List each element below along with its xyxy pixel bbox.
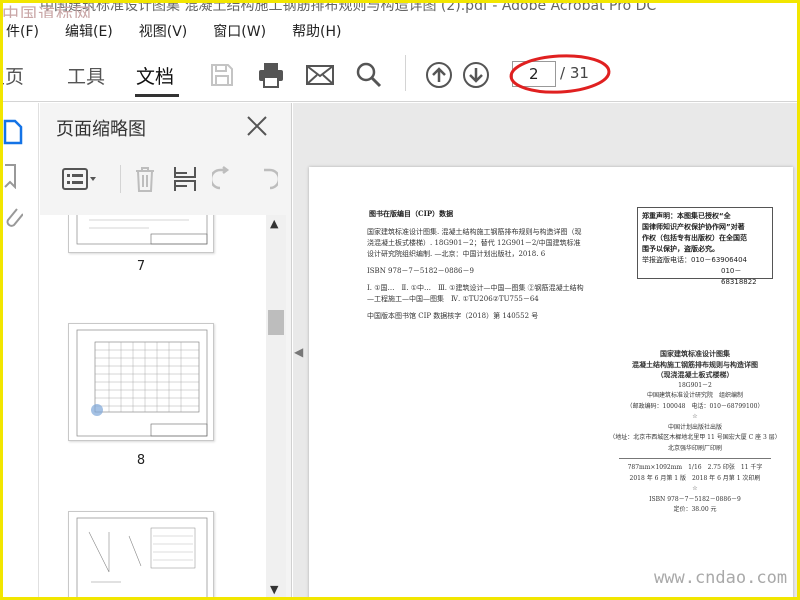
tab-home[interactable]: 主页 bbox=[0, 62, 24, 89]
page-thumbnails-icon[interactable] bbox=[3, 119, 23, 145]
pub-line: 中国建筑标准设计研究院 组织编制 bbox=[646, 392, 743, 399]
notice-line: 举报盗版电话：010－63906404 bbox=[642, 256, 747, 264]
scroll-down-icon[interactable]: ▼ bbox=[270, 583, 278, 596]
thumbnail-panel: 页面缩略图 7 8 bbox=[40, 103, 292, 600]
extract-page-button[interactable] bbox=[169, 163, 201, 195]
pub-line: 国家建筑标准设计图集 bbox=[660, 349, 730, 358]
pub-line: 定价：38.00 元 bbox=[673, 506, 717, 513]
publication-info: 国家建筑标准设计图集 混凝土结构施工钢筋排布规则与构造详图 （现浇混凝土板式楼梯… bbox=[605, 349, 785, 516]
thumbnail-drawing bbox=[76, 215, 208, 245]
panel-toolbar-separator bbox=[120, 165, 121, 193]
thumbnail-label: 8 bbox=[136, 453, 146, 468]
search-icon bbox=[356, 62, 382, 88]
pdf-page: 图书在版编目（CIP）数据 国家建筑标准设计图集. 混凝土结构施工钢筋排布规则与… bbox=[309, 167, 793, 600]
toolbar-separator bbox=[405, 55, 406, 91]
thumbnail-drawing bbox=[76, 517, 208, 600]
search-button[interactable] bbox=[354, 60, 384, 90]
pub-line: 787mm×1092mm 1/16 2.75 印张 11 千字 bbox=[627, 464, 763, 471]
menu-edit[interactable]: 编辑(E) bbox=[65, 21, 113, 41]
pub-line: 18G901－2 bbox=[678, 381, 712, 389]
cip-body: 国家建筑标准设计图集. 混凝土结构施工钢筋排布规则与构造详图（现浇混凝土板式楼梯… bbox=[367, 227, 587, 328]
notice-line: 围予以保护，盗版必究。 bbox=[642, 245, 719, 253]
cip-line: ISBN 978－7－5182－0886－9 bbox=[367, 267, 474, 275]
pub-line: （邮政编码：100048 电话：010－68799100） bbox=[626, 402, 764, 410]
navigation-rail bbox=[3, 103, 39, 600]
arrow-down-circle-icon bbox=[463, 62, 489, 88]
options-menu-button[interactable] bbox=[60, 163, 100, 195]
close-icon[interactable] bbox=[246, 115, 268, 137]
pub-line: ☆ bbox=[692, 413, 698, 420]
print-icon bbox=[259, 63, 283, 88]
save-button[interactable] bbox=[207, 60, 237, 90]
save-icon bbox=[211, 64, 233, 86]
pub-line: （现浇混凝土板式楼梯） bbox=[656, 370, 734, 379]
bookmark-icon[interactable] bbox=[3, 163, 19, 189]
toolbar bbox=[0, 44, 800, 102]
thumbnail-page[interactable] bbox=[68, 511, 214, 600]
rotate-right-icon bbox=[264, 168, 278, 190]
pub-line: 中国计划出版社出版 bbox=[667, 423, 722, 431]
page-extract-icon bbox=[174, 167, 196, 191]
divider bbox=[619, 458, 771, 459]
cip-line: Ⅰ. ①国… Ⅱ. ①中… Ⅲ. ①建筑设计—中国—图集 ②钢筋混凝土结构—工程… bbox=[367, 284, 584, 303]
menu-file[interactable]: 件(F) bbox=[6, 21, 39, 41]
thumbnail-label: 7 bbox=[136, 259, 146, 274]
active-tab-indicator bbox=[135, 94, 179, 97]
watermark-top: 中国道标网 bbox=[2, 5, 92, 18]
thumbnail-list: 7 8 bbox=[40, 215, 266, 600]
rotate-left-button[interactable] bbox=[209, 163, 241, 195]
thumbnail-drawing bbox=[76, 329, 208, 437]
notice-line: 郑重声明：本图集已授权“全 bbox=[642, 212, 731, 220]
notice-line: 国律师知识产权保护协作网”对著 bbox=[642, 223, 745, 231]
rotate-left-icon bbox=[212, 166, 230, 190]
pub-line: （地址：北京市西城区木樨地北里甲 11 号国宏大厦 C 座 3 层） bbox=[609, 434, 781, 441]
pub-line: ISBN 978－7－5182－0886－9 bbox=[649, 495, 741, 503]
collapse-panel-icon[interactable]: ◀ bbox=[294, 345, 306, 365]
watermark-bottom: www.cndao.com bbox=[654, 568, 788, 588]
notice-line: 010－68318822 bbox=[721, 267, 757, 286]
cip-title: 图书在版编目（CIP）数据 bbox=[369, 209, 454, 218]
rotate-right-button[interactable] bbox=[249, 163, 281, 195]
copyright-notice: 郑重声明：本图集已授权“全 国律师知识产权保护协作网”对著 作权（包括专有出版权… bbox=[637, 207, 773, 286]
scroll-up-icon[interactable]: ▲ bbox=[270, 217, 278, 230]
email-button[interactable] bbox=[305, 60, 335, 90]
attachment-icon[interactable] bbox=[3, 203, 23, 231]
thumbnail-page[interactable] bbox=[68, 215, 214, 253]
document-view: 图书在版编目（CIP）数据 国家建筑标准设计图集. 混凝土结构施工钢筋排布规则与… bbox=[293, 103, 797, 600]
arrow-up-circle-icon bbox=[426, 62, 452, 88]
delete-page-button[interactable] bbox=[129, 163, 161, 195]
list-options-icon bbox=[62, 168, 96, 190]
menu-window[interactable]: 窗口(W) bbox=[213, 21, 266, 41]
thumbnail-page[interactable] bbox=[68, 323, 214, 441]
tab-tools[interactable]: 工具 bbox=[67, 62, 105, 89]
window-title: 中国建筑标准设计图集 混凝土结构施工钢筋排布规则与构造详图 (2).pdf - … bbox=[40, 0, 657, 14]
notice-line: 作权（包括专有出版权）在全国范 bbox=[642, 234, 747, 242]
tab-document[interactable]: 文档 bbox=[136, 62, 174, 89]
next-page-button[interactable] bbox=[461, 60, 491, 90]
envelope-icon bbox=[306, 65, 334, 85]
thumbnail-toolbar bbox=[40, 159, 292, 199]
menu-bar: 件(F) 编辑(E) 视图(V) 窗口(W) 帮助(H) bbox=[0, 18, 800, 44]
thumbnail-scrollbar[interactable]: ▲ ▼ bbox=[266, 215, 286, 600]
menu-help[interactable]: 帮助(H) bbox=[292, 21, 341, 41]
title-bar: 中国建筑标准设计图集 混凝土结构施工钢筋排布规则与构造详图 (2).pdf - … bbox=[0, 0, 800, 18]
trash-icon bbox=[136, 167, 154, 192]
pub-line: 2018 年 6 月第 1 版 2018 年 6 月第 1 次印刷 bbox=[629, 474, 761, 482]
pub-line: ☆ bbox=[692, 485, 698, 492]
cip-line: 国家建筑标准设计图集. 混凝土结构施工钢筋排布规则与构造详图（现浇混凝土板式楼梯… bbox=[367, 228, 582, 258]
scrollbar-thumb[interactable] bbox=[268, 310, 284, 335]
menu-view[interactable]: 视图(V) bbox=[139, 21, 188, 41]
red-circle-annotation bbox=[509, 54, 611, 94]
cip-line: 中国版本图书馆 CIP 数据核字（2018）第 140552 号 bbox=[367, 312, 539, 320]
pub-line: 混凝土结构施工钢筋排布规则与构造详图 bbox=[632, 359, 758, 369]
pub-line: 北京强华印刷厂印刷 bbox=[667, 444, 722, 452]
panel-title: 页面缩略图 bbox=[56, 119, 146, 140]
print-button[interactable] bbox=[256, 60, 286, 90]
previous-page-button[interactable] bbox=[424, 60, 454, 90]
